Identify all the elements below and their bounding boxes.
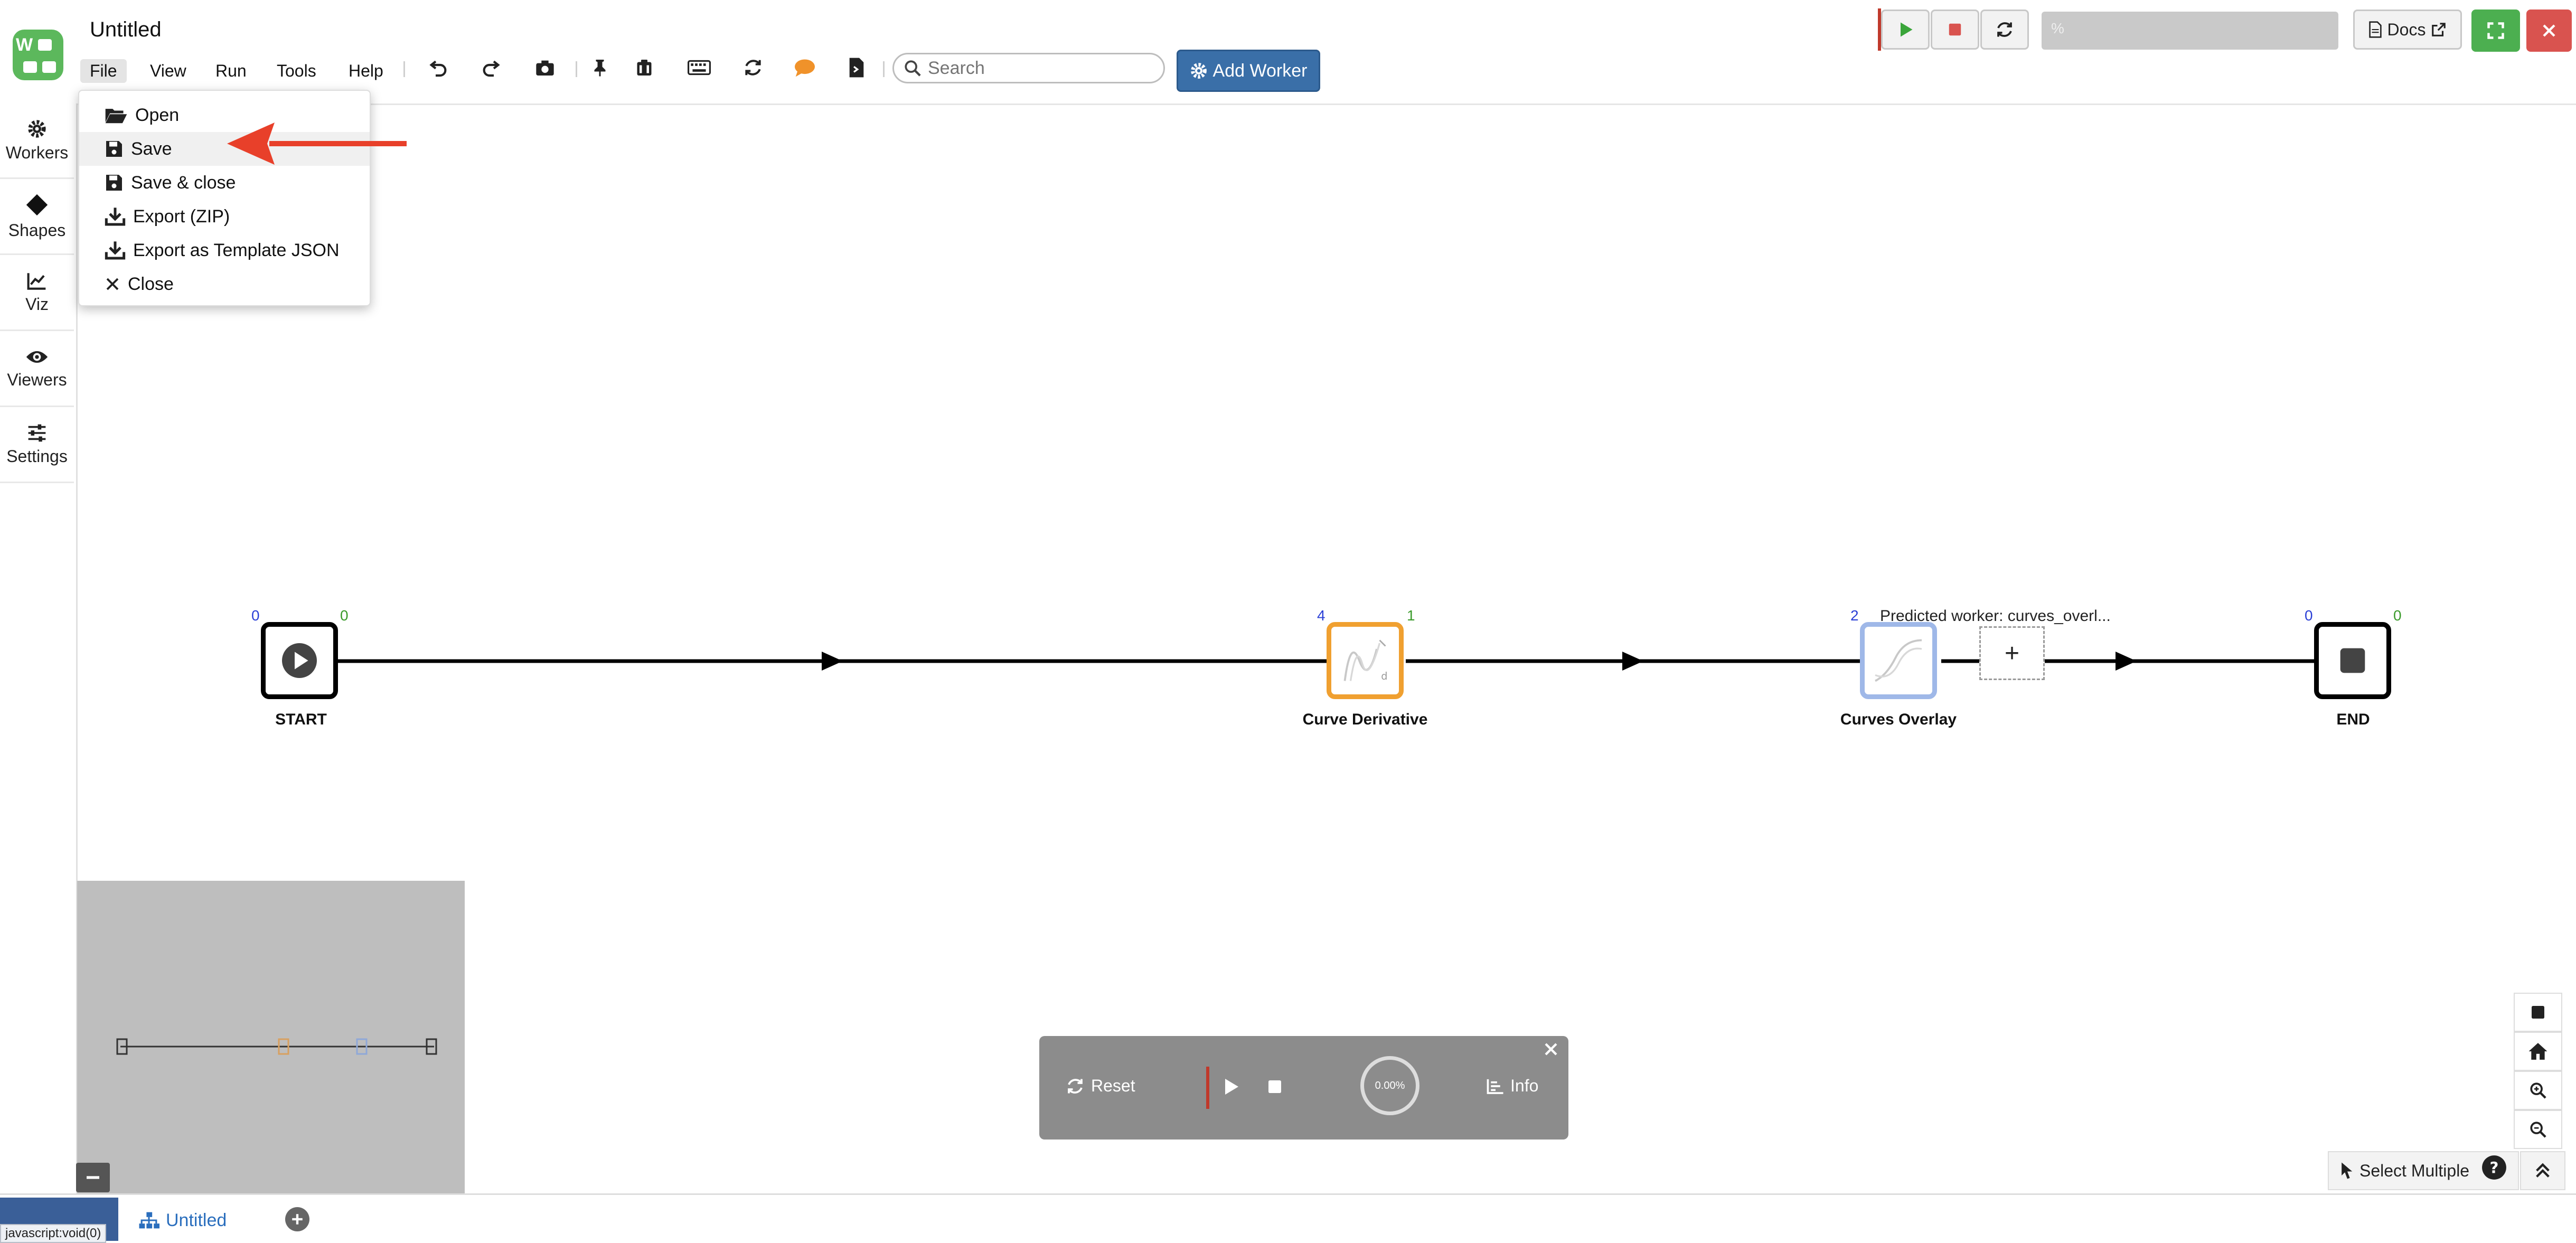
start-node[interactable] (261, 622, 338, 699)
cursor-icon (2342, 1162, 2353, 1179)
file-menu-item-export-template[interactable]: Export as Template JSON (79, 233, 370, 267)
stop-icon (1268, 1080, 1281, 1093)
curve-derivative-node[interactable]: d (1327, 622, 1404, 699)
floppy-icon (106, 141, 122, 157)
overlay-curves-icon (1875, 639, 1922, 682)
play-circle-icon (282, 643, 317, 678)
close-icon (106, 278, 119, 290)
file-menu-item-save-close[interactable]: Save & close (79, 166, 370, 200)
node-label: END (2336, 711, 2370, 728)
play-icon (1225, 1079, 1238, 1095)
menu-item-label: Close (128, 274, 174, 294)
derivative-curve-icon: d (1343, 639, 1387, 682)
port-out-count: 0 (340, 607, 349, 624)
home-icon (2528, 1043, 2547, 1060)
menu-item-label: Export as Template JSON (133, 240, 340, 260)
bottom-tab-bar (0, 1193, 2576, 1242)
node-label: Curves Overlay (1840, 711, 1957, 728)
download-icon (105, 208, 126, 226)
expand-panel-button[interactable] (2520, 1151, 2565, 1190)
tab-untitled[interactable]: Untitled (138, 1202, 227, 1239)
bar-list-icon (1487, 1079, 1503, 1094)
zoom-in-button[interactable] (2514, 1071, 2562, 1110)
run-status-indicator (1206, 1067, 1209, 1109)
port-in-count: 4 (1317, 607, 1325, 624)
file-menu-item-close[interactable]: Close (79, 267, 370, 301)
edge-arrow-icon (1622, 652, 1643, 671)
run-reset-button[interactable]: Reset (1066, 1076, 1135, 1096)
port-out-count: 0 (2393, 607, 2402, 624)
plus-icon (292, 1214, 303, 1225)
add-tab-button[interactable] (285, 1207, 309, 1231)
select-multiple-label: Select Multiple (2359, 1161, 2470, 1180)
close-icon (1545, 1043, 1557, 1056)
stop-square-icon (2340, 648, 2365, 673)
zoom-out-icon (2530, 1122, 2546, 1138)
menu-item-label: Open (135, 105, 180, 125)
node-label: START (275, 711, 327, 728)
zoom-in-icon (2530, 1082, 2546, 1099)
zoom-out-button[interactable] (2514, 1110, 2562, 1149)
end-node[interactable] (2314, 622, 2391, 699)
fit-view-button[interactable] (2514, 993, 2562, 1032)
run-panel: Reset 0.00% Info (1039, 1036, 1568, 1140)
port-in-count: 2 (1850, 607, 1859, 624)
port-in-count: 0 (251, 607, 260, 624)
menu-item-label: Save & close (131, 172, 236, 193)
double-chevron-up-icon (2536, 1163, 2550, 1178)
tab-label: Untitled (166, 1210, 227, 1230)
minimap-preview (116, 1038, 437, 1055)
floppy-icon (106, 175, 122, 191)
run-progress-ring: 0.00% (1360, 1056, 1419, 1115)
reset-label: Reset (1091, 1076, 1135, 1095)
download-icon (105, 241, 126, 260)
svg-text:?: ? (2490, 1159, 2499, 1176)
folder-open-icon (105, 109, 127, 124)
edge-arrow-icon (2116, 652, 2137, 671)
node-label: Curve Derivative (1302, 711, 1428, 728)
run-panel-stop-button[interactable] (1266, 1078, 1283, 1098)
menu-item-label: Export (ZIP) (133, 206, 230, 227)
status-bar-url: javascript:void(0) (0, 1224, 107, 1243)
port-out-count: 1 (1407, 607, 1415, 624)
svg-text:d: d (1381, 670, 1387, 682)
home-view-button[interactable] (2514, 1032, 2562, 1071)
port-in-count: 0 (2305, 607, 2313, 624)
menu-item-label: Save (131, 138, 172, 159)
info-label: Info (1510, 1076, 1539, 1095)
add-next-worker-placeholder[interactable]: + (1979, 626, 2045, 680)
minimap[interactable] (77, 881, 465, 1193)
minimap-collapse-button[interactable] (76, 1163, 110, 1192)
file-menu-item-export-zip[interactable]: Export (ZIP) (79, 200, 370, 233)
annotation-arrow (227, 123, 407, 165)
run-progress-text: 0.00% (1375, 1079, 1405, 1091)
edge-arrow-icon (822, 652, 843, 671)
run-info-button[interactable]: Info (1486, 1076, 1538, 1096)
run-panel-play-button[interactable] (1220, 1076, 1241, 1100)
help-button[interactable]: ? (2481, 1154, 2511, 1184)
curves-overlay-node[interactable] (1860, 622, 1937, 699)
sitemap-icon (139, 1212, 159, 1229)
refresh-icon (1068, 1078, 1083, 1094)
square-icon (2532, 1006, 2544, 1019)
question-circle-icon: ? (2482, 1155, 2506, 1180)
run-panel-close-button[interactable] (1543, 1041, 1559, 1060)
minus-icon (87, 1176, 99, 1179)
